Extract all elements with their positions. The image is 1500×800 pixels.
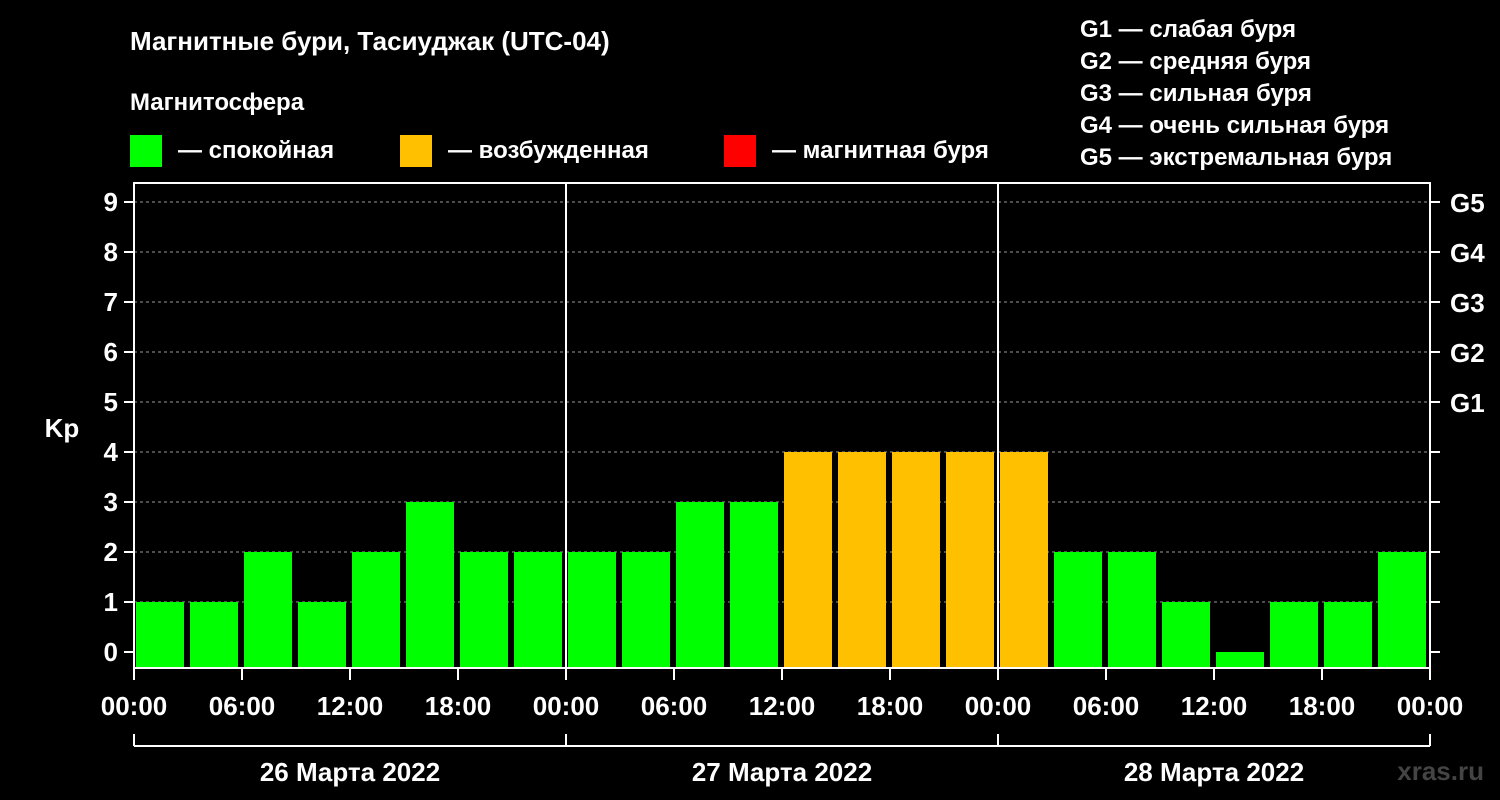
kp-bar (514, 552, 562, 668)
kp-bar (460, 552, 508, 668)
kp-bar (1054, 552, 1102, 668)
legend-label-disturbed: — возбужденная (448, 137, 649, 164)
kp-bar (1378, 552, 1426, 668)
kp-bar (136, 602, 184, 668)
x-tick-label: 00:00 (533, 691, 600, 721)
storm-scale-g3: G3 — сильная буря (1080, 80, 1312, 107)
storm-scale-g2: G2 — средняя буря (1080, 48, 1311, 75)
storm-scale-g4: G4 — очень сильная буря (1080, 112, 1389, 139)
x-tick-label: 18:00 (1289, 691, 1356, 721)
y-tick-label: 4 (104, 437, 119, 467)
kp-bar (622, 552, 670, 668)
x-tick-label: 18:00 (857, 691, 924, 721)
kp-bar (1216, 652, 1264, 668)
x-tick-label: 00:00 (101, 691, 168, 721)
kp-bar (838, 452, 886, 668)
kp-bar (1000, 452, 1048, 668)
x-tick-label: 12:00 (317, 691, 384, 721)
y-tick-label: 2 (104, 537, 118, 567)
kp-bar (892, 452, 940, 668)
kp-bar (784, 452, 832, 668)
day-label: 26 Марта 2022 (260, 757, 440, 787)
x-tick-label: 00:00 (965, 691, 1032, 721)
y-tick-label: 0 (104, 637, 118, 667)
g-level-label: G3 (1450, 288, 1485, 318)
watermark: xras.ru (1397, 756, 1484, 786)
chart-title: Магнитные бури, Тасиуджак (UTC-04) (130, 26, 610, 56)
storm-scale-legend: G1 — слабая буря G2 — средняя буря G3 — … (1080, 16, 1392, 171)
y-tick-label: 5 (104, 387, 118, 417)
legend-swatch-storm (724, 135, 756, 167)
storm-scale-g5: G5 — экстремальная буря (1080, 144, 1392, 171)
g-level-label: G2 (1450, 338, 1485, 368)
kp-bar (244, 552, 292, 668)
y-tick-label: 1 (104, 587, 118, 617)
kp-bar (568, 552, 616, 668)
kp-bar (730, 502, 778, 668)
kp-bar (406, 502, 454, 668)
legend-label-calm: — спокойная (178, 137, 334, 164)
kp-bar (1108, 552, 1156, 668)
x-tick-label: 06:00 (641, 691, 708, 721)
x-tick-label: 12:00 (1181, 691, 1248, 721)
g-level-label: G4 (1450, 238, 1485, 268)
y-tick-label: 7 (104, 287, 118, 317)
magnetosphere-label: Магнитосфера (130, 89, 305, 116)
x-tick-label: 18:00 (425, 691, 492, 721)
kp-bar (676, 502, 724, 668)
bars (136, 452, 1426, 668)
y-tick-label: 8 (104, 237, 118, 267)
legend-swatch-calm (130, 135, 162, 167)
day-label: 27 Марта 2022 (692, 757, 872, 787)
legend-label-storm: — магнитная буря (772, 137, 989, 164)
y-tick-label: 6 (104, 337, 118, 367)
g-level-label: G1 (1450, 388, 1485, 418)
state-legend: — спокойная — возбужденная — магнитная б… (130, 135, 989, 167)
x-tick-label: 00:00 (1397, 691, 1464, 721)
kp-bar (1324, 602, 1372, 668)
kp-chart: Магнитные бури, Тасиуджак (UTC-04) Магни… (45, 16, 1486, 787)
x-tick-label: 06:00 (1073, 691, 1140, 721)
grid (134, 201, 1430, 603)
storm-scale-g1: G1 — слабая буря (1080, 16, 1296, 43)
x-tick-label: 12:00 (749, 691, 816, 721)
plot-frame (133, 182, 1431, 669)
y-tick-label: 3 (104, 487, 118, 517)
kp-bar (1162, 602, 1210, 668)
g-level-label: G5 (1450, 188, 1485, 218)
legend-swatch-disturbed (400, 135, 432, 167)
kp-bar (190, 602, 238, 668)
kp-bar (298, 602, 346, 668)
kp-bar (352, 552, 400, 668)
y-tick-label: 9 (104, 187, 118, 217)
kp-bar (1270, 602, 1318, 668)
day-label: 28 Марта 2022 (1124, 757, 1304, 787)
kp-bar (946, 452, 994, 668)
x-tick-label: 06:00 (209, 691, 276, 721)
y-axis-title: Kp (45, 413, 80, 443)
